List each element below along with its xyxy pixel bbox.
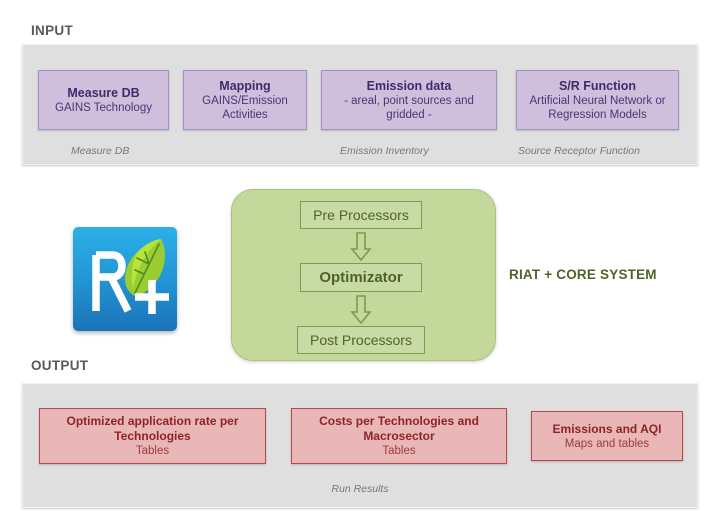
input-box-mapping[interactable]: Mapping GAINS/Emission Activities (183, 70, 307, 130)
input-box-subtitle: Artificial Neural Network or Regression … (529, 94, 666, 121)
input-box-title: Emission data (366, 78, 452, 93)
output-box-optimized-application-rate[interactable]: Optimized application rate per Technolog… (39, 408, 266, 464)
output-box-title: Costs per Technologies and Macrosector (319, 414, 479, 443)
core-step-label: Pre Processors (313, 207, 409, 223)
input-section-heading: INPUT (31, 23, 73, 38)
input-box-subtitle: - areal, point sources and gridded - (344, 94, 474, 121)
input-caption-emission-inventory: Emission Inventory (340, 145, 429, 157)
input-caption-measure-db: Measure DB (71, 145, 130, 157)
leaf-icon (125, 239, 165, 296)
input-box-subtitle: GAINS/Emission Activities (202, 94, 288, 121)
output-box-title: Emissions and AQI (552, 421, 662, 436)
output-box-subtitle: Maps and tables (564, 437, 650, 450)
output-box-subtitle: Tables (382, 445, 416, 457)
input-box-subtitle: GAINS Technology (55, 101, 152, 114)
input-caption-source-receptor-function: Source Receptor Function (518, 145, 640, 157)
core-step-pre-processors[interactable]: Pre Processors (300, 201, 422, 229)
core-step-label: Post Processors (310, 332, 412, 348)
input-box-measure-db[interactable]: Measure DB GAINS Technology (38, 70, 169, 130)
input-box-sr-function[interactable]: S/R Function Artificial Neural Network o… (516, 70, 679, 130)
core-step-post-processors[interactable]: Post Processors (297, 326, 425, 354)
output-section-heading: OUTPUT (31, 358, 89, 373)
input-box-emission-data[interactable]: Emission data - areal, point sources and… (321, 70, 497, 130)
letter-r (92, 251, 132, 313)
output-box-subtitle: Tables (135, 445, 170, 457)
output-box-title: Optimized application rate per Technolog… (66, 414, 239, 443)
arrow-down-icon-pre-to-optimizator (350, 232, 372, 262)
riat-plus-logo (73, 227, 177, 331)
input-box-title: Mapping (219, 78, 271, 93)
core-step-label: Optimizator (319, 269, 403, 286)
arrow-down-icon-optimizator-to-post (350, 295, 372, 325)
core-system-label: RIAT + CORE SYSTEM (509, 267, 657, 282)
output-box-costs-per-technologies[interactable]: Costs per Technologies and Macrosector T… (291, 408, 507, 464)
input-box-title: S/R Function (558, 78, 637, 93)
output-caption-run-results: Run Results (331, 483, 389, 495)
output-box-emissions-and-aqi[interactable]: Emissions and AQI Maps and tables (531, 411, 683, 461)
core-step-optimizator[interactable]: Optimizator (300, 263, 422, 292)
input-box-title: Measure DB (67, 85, 140, 100)
